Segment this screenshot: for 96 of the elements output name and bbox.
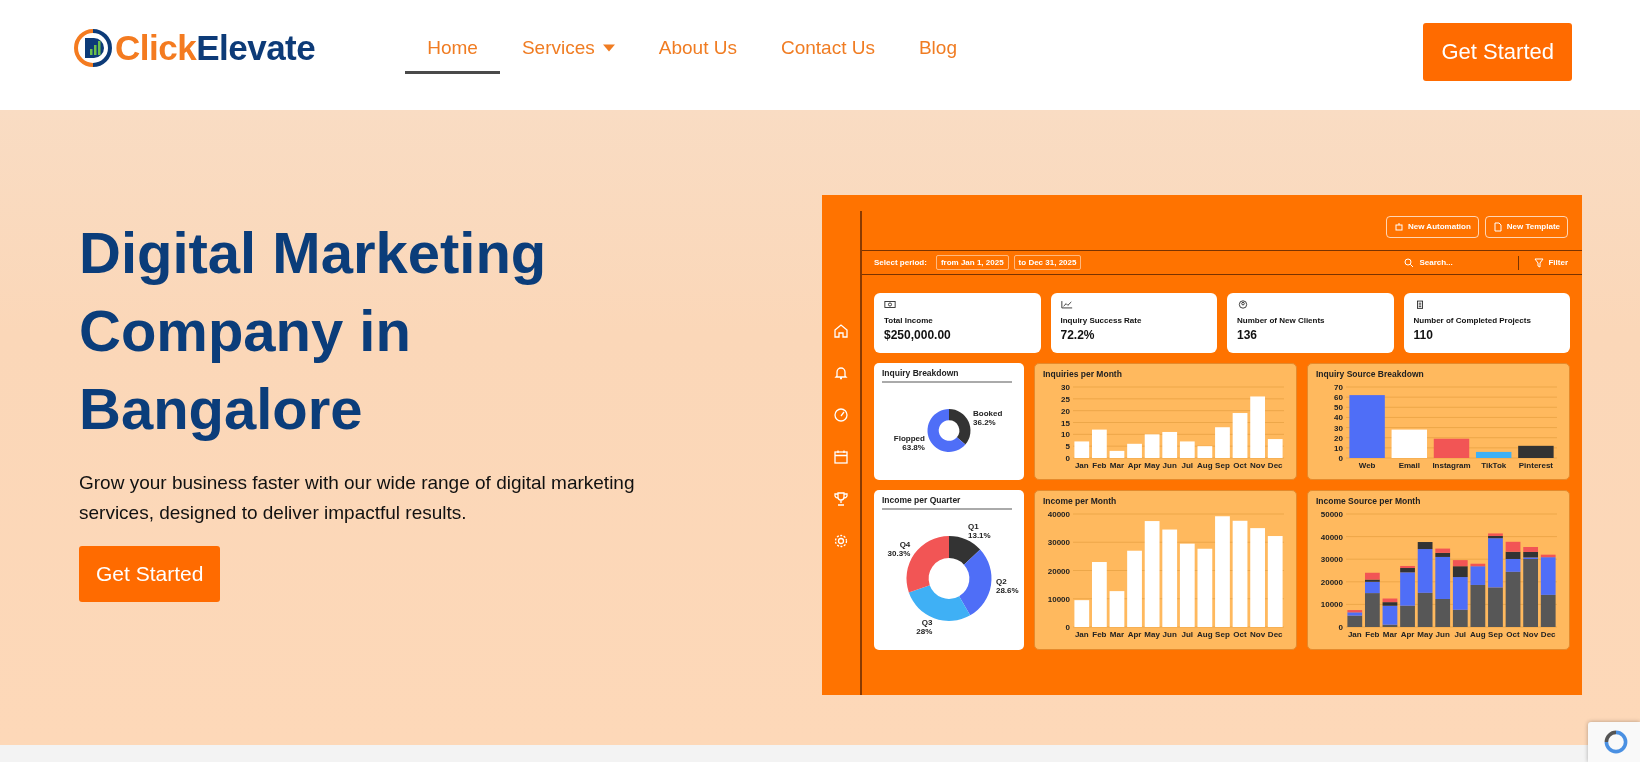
axis-label: 40 [1334, 413, 1343, 423]
category-label: Feb [1092, 461, 1107, 470]
category-label: Jul [1181, 630, 1194, 639]
slice-label: Flopped [893, 434, 925, 444]
category-label: Jul [1454, 630, 1467, 639]
category-label: May [1144, 461, 1160, 470]
category-label: Jan [1074, 630, 1089, 639]
slice-label: Q2 [995, 577, 1007, 587]
category-label: May [1144, 630, 1160, 639]
category-label: Feb [1365, 630, 1380, 639]
category-label: Web [1358, 461, 1376, 470]
slice-label: Q4 [899, 539, 911, 549]
category-label: Sep [1488, 630, 1503, 639]
axis-label: 15 [1061, 418, 1070, 428]
category-label: Sep [1215, 461, 1230, 470]
axis-label: 25 [1061, 394, 1070, 404]
category-label: Sep [1215, 630, 1230, 639]
category-label: Nov [1250, 630, 1266, 639]
category-label: Aug [1197, 630, 1213, 639]
category-label: Email [1398, 461, 1420, 470]
slice-label: Q1 [968, 522, 979, 532]
axis-label: 30000 [1320, 555, 1343, 565]
axis-label: 40000 [1320, 532, 1343, 542]
category-label: Pinterest [1518, 461, 1553, 470]
category-label: Oct [1233, 630, 1247, 639]
value-label: 30.3% [887, 548, 911, 558]
stat-value: 136 [1237, 328, 1259, 342]
value-label: 28% [916, 626, 933, 636]
stat-value: 72.2% [1060, 328, 1096, 342]
hero-title: Digital Marketing Company in Bangalore [79, 219, 548, 443]
category-label: Nov [1523, 630, 1539, 639]
axis-label: 10000 [1320, 600, 1343, 610]
category-label: Jun [1435, 630, 1450, 639]
axis-label: 0 [1338, 623, 1343, 632]
chart-title: Inquiry Breakdown [882, 368, 960, 378]
axis-label: 0 [1065, 454, 1070, 463]
axis-label: 20 [1334, 433, 1343, 443]
axis-label: 0 [1065, 623, 1070, 632]
category-label: Mar [1109, 630, 1125, 639]
chart-title: Income per Month [1043, 496, 1118, 506]
category-label: Jun [1162, 630, 1177, 639]
chart-title: Income per Quarter [882, 495, 962, 505]
hero-subtitle: Grow your business faster with our wide range of digital marketing services, designed to deliver impactful results. [79, 471, 636, 525]
axis-label: 60 [1334, 393, 1343, 403]
axis-label: 10 [1061, 430, 1070, 440]
axis-label: 20000 [1047, 566, 1070, 576]
chart-title: Income Source per Month [1316, 496, 1422, 506]
period-label: Select period: [874, 258, 927, 267]
axis-label: 30 [1061, 383, 1070, 392]
value-label: 63.8% [902, 443, 925, 453]
chart-title: Inquiry Source Breakdown [1316, 369, 1425, 379]
category-label: Instagram [1432, 461, 1471, 470]
category-label: Mar [1382, 630, 1398, 639]
category-label: TikTok [1481, 461, 1507, 470]
category-label: May [1417, 630, 1433, 639]
category-label: Dec [1540, 630, 1556, 639]
stat-label: Total Income [884, 316, 934, 325]
category-label: Aug [1197, 461, 1213, 470]
axis-label: 5 [1065, 442, 1070, 452]
category-label: Feb [1092, 630, 1107, 639]
stat-value: $250,000.00 [884, 328, 952, 342]
category-label: Mar [1109, 461, 1125, 470]
slice-label: Q3 [921, 617, 933, 627]
category-label: Dec [1267, 461, 1283, 470]
category-label: Jan [1074, 461, 1089, 470]
axis-label: 40000 [1047, 510, 1070, 519]
category-label: Apr [1127, 630, 1142, 639]
value-label: 36.2% [973, 417, 996, 427]
axis-label: 10 [1334, 443, 1343, 453]
value-label: 28.6% [995, 586, 1019, 596]
category-label: Jan [1347, 630, 1362, 639]
axis-label: 50 [1334, 403, 1343, 413]
axis-label: 30 [1334, 423, 1343, 433]
axis-label: 20 [1061, 406, 1070, 416]
axis-label: 10000 [1047, 594, 1070, 604]
stat-label: Number of New Clients [1237, 316, 1326, 325]
category-label: Oct [1506, 630, 1520, 639]
axis-label: 70 [1334, 383, 1343, 392]
value-label: 13.1% [968, 531, 991, 541]
stat-value: 110 [1413, 328, 1434, 342]
stat-label: Number of Completed Projects [1413, 316, 1532, 325]
axis-label: 0 [1338, 454, 1343, 463]
slice-label: Booked [973, 408, 1003, 418]
chart-title: Inquiries per Month [1043, 369, 1123, 379]
category-label: Jul [1181, 461, 1194, 470]
category-label: Apr [1127, 461, 1142, 470]
axis-label: 50000 [1320, 510, 1343, 519]
category-label: Dec [1267, 630, 1283, 639]
category-label: Nov [1250, 461, 1266, 470]
axis-label: 20000 [1320, 577, 1343, 587]
stat-label: Inquiry Success Rate [1060, 316, 1143, 325]
category-label: Aug [1470, 630, 1486, 639]
category-label: Apr [1400, 630, 1415, 639]
axis-label: 30000 [1047, 538, 1070, 548]
category-label: Oct [1233, 461, 1247, 470]
category-label: Jun [1162, 461, 1177, 470]
